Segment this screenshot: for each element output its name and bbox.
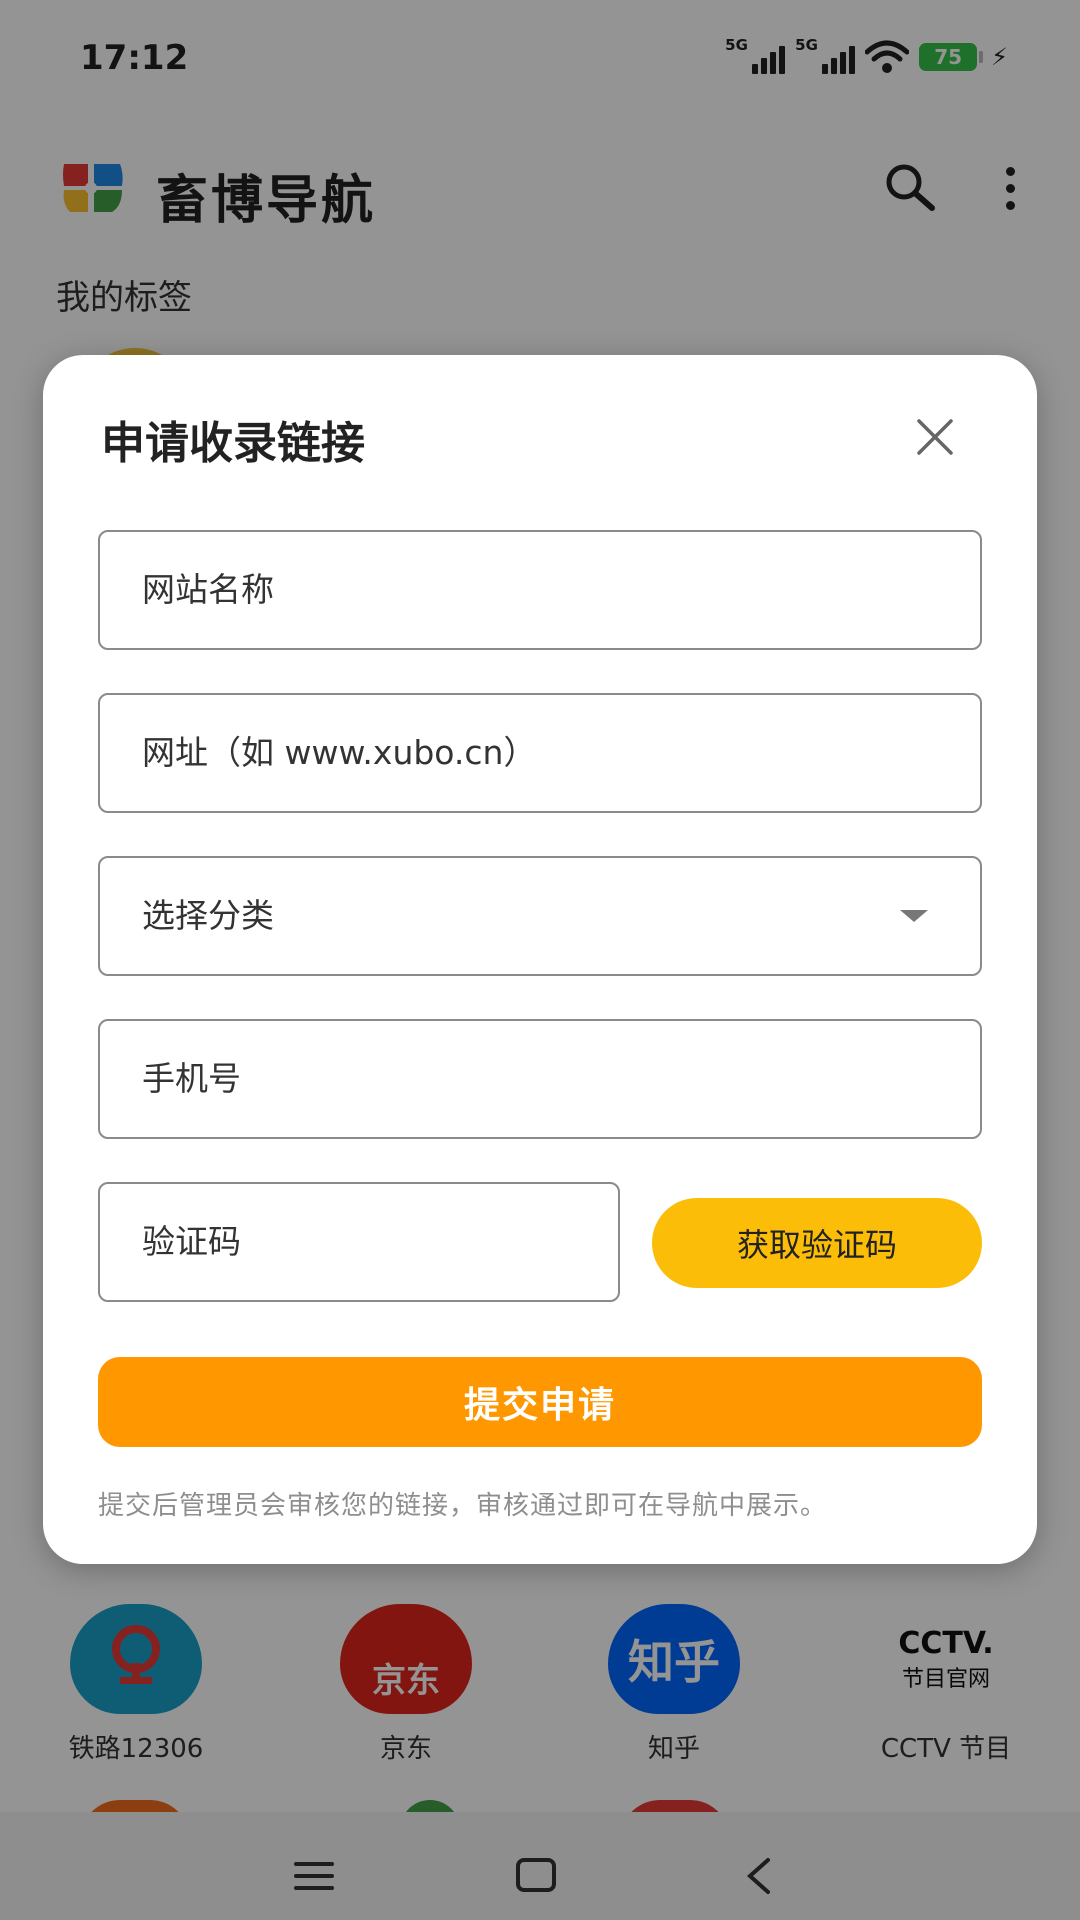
verification-code-input[interactable] (142, 1184, 592, 1300)
phone-input[interactable] (142, 1021, 902, 1137)
get-code-button[interactable]: 获取验证码 (652, 1198, 982, 1288)
dropdown-arrow-icon (900, 910, 928, 922)
submit-link-dialog: 申请收录链接 选择分类 获取验证码 提交申请 提交后管理员会审核您的链接，审核通… (43, 355, 1037, 1564)
close-icon[interactable] (915, 417, 955, 457)
dialog-title: 申请收录链接 (101, 418, 365, 469)
code-field (98, 1182, 620, 1302)
dialog-hint: 提交后管理员会审核您的链接，审核通过即可在导航中展示。 (98, 1491, 828, 1521)
submit-button[interactable]: 提交申请 (98, 1357, 982, 1447)
category-select-label: 选择分类 (142, 896, 274, 935)
phone-field (98, 1019, 982, 1139)
url-field (98, 693, 982, 813)
category-select[interactable]: 选择分类 (98, 856, 982, 976)
url-input[interactable] (142, 695, 902, 811)
site-name-field (98, 530, 982, 650)
site-name-input[interactable] (142, 532, 902, 648)
